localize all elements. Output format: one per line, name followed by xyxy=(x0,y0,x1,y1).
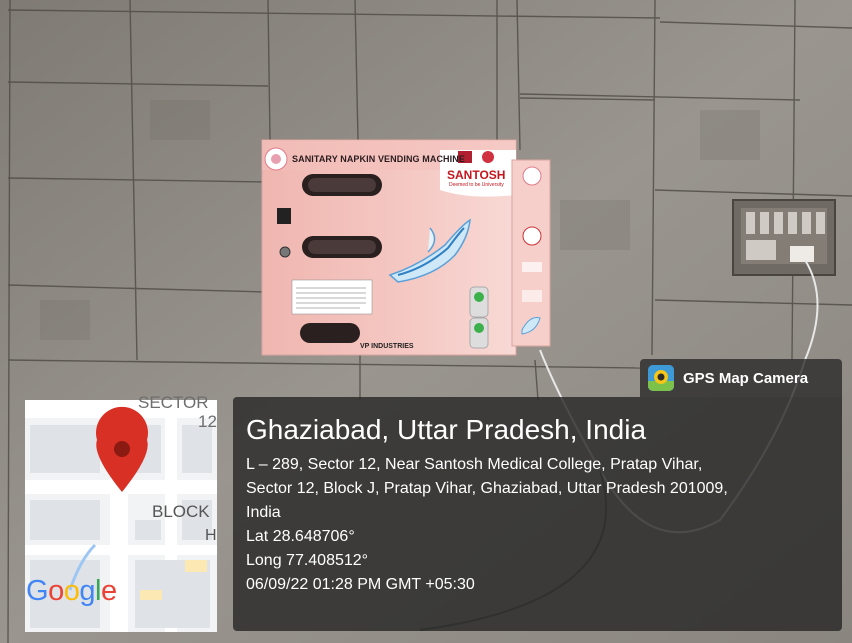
machine-brand-tagline: Deemed to be University xyxy=(449,182,504,188)
map-label-sector-number: 12 xyxy=(198,412,217,431)
map-label-sector: SECTOR xyxy=(138,393,209,412)
machine-brand: SANTOSH xyxy=(447,168,506,182)
address-line: India xyxy=(246,504,281,521)
location-details: L – 289, Sector 12, Near Santosh Medical… xyxy=(246,453,831,597)
latitude-text: Lat 28.648706° xyxy=(246,528,355,545)
location-info-panel: Ghaziabad, Uttar Pradesh, India L – 289,… xyxy=(233,397,842,631)
machine-maker: VP INDUSTRIES xyxy=(360,343,414,350)
timestamp-text: 06/09/22 01:28 PM GMT +05:30 xyxy=(246,576,475,593)
google-logo-letter: o xyxy=(48,575,64,607)
gps-map-camera-label: GPS Map Camera xyxy=(683,369,809,387)
gps-map-camera-icon xyxy=(648,365,674,391)
map-label-block: BLOCK xyxy=(152,502,210,521)
machine-title: SANITARY NAPKIN VENDING MACHINE xyxy=(292,154,465,164)
location-city: Ghaziabad, Uttar Pradesh, India xyxy=(246,414,647,445)
longitude-text: Long 77.408512° xyxy=(246,552,369,569)
google-logo-letter: o xyxy=(63,575,80,607)
gps-map-camera-badge: GPS Map Camera xyxy=(640,359,842,397)
address-line: L – 289, Sector 12, Near Santosh Medical… xyxy=(246,456,703,473)
photo-scene: SANITARY NAPKIN VENDING MACHINE SANTOSH … xyxy=(0,0,852,643)
map-label-block-suffix: H xyxy=(205,527,217,544)
address-line: Sector 12, Block J, Pratap Vihar, Ghazia… xyxy=(246,480,728,497)
google-logo-letter: e xyxy=(100,575,117,607)
google-logo: Google xyxy=(26,575,117,608)
google-logo-letter: g xyxy=(79,575,95,607)
google-logo-letter: G xyxy=(26,575,49,607)
